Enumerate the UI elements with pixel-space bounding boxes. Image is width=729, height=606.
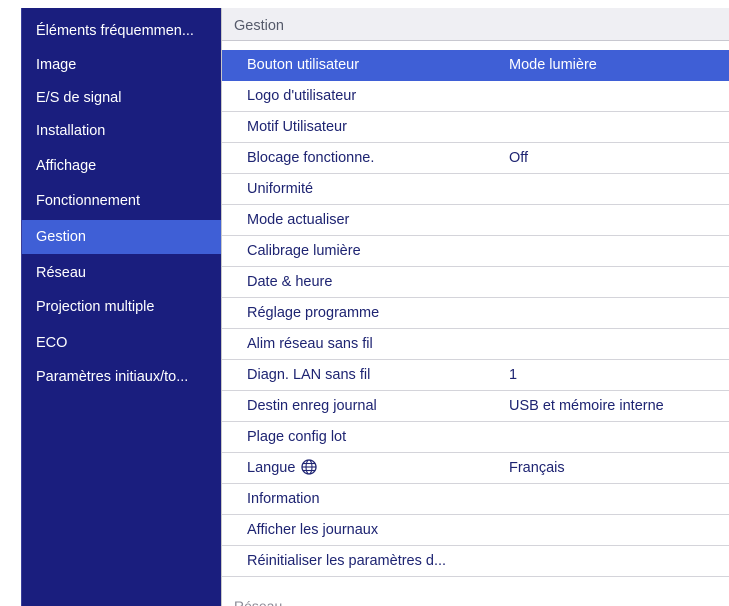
setting-row-uniformit[interactable]: Uniformité xyxy=(222,174,729,205)
setting-label-text: Uniformité xyxy=(247,181,314,197)
setting-row-alim-r-seau-sans-fil[interactable]: Alim réseau sans fil xyxy=(222,329,729,360)
setting-label-text: Plage config lot xyxy=(247,429,347,445)
setting-label-text: Diagn. LAN sans fil xyxy=(247,367,371,383)
setting-row-r-glage-programme[interactable]: Réglage programme xyxy=(222,298,729,329)
setting-row-motif-utilisateur[interactable]: Motif Utilisateur xyxy=(222,112,729,143)
sidebar-item-gestion[interactable]: Gestion xyxy=(22,220,222,254)
setting-row-diagn-lan-sans-fil[interactable]: Diagn. LAN sans fil 1 xyxy=(222,360,729,391)
setting-label-text: Destin enreg journal xyxy=(247,398,377,414)
setting-row-date-heure[interactable]: Date & heure xyxy=(222,267,729,298)
sidebar-item-eco[interactable]: ECO xyxy=(22,326,222,360)
setting-row-langue[interactable]: Langue Français xyxy=(222,453,729,484)
setting-label: Réglage programme xyxy=(247,298,379,329)
setting-label: Bouton utilisateur xyxy=(247,50,359,81)
setting-row-afficher-les-journaux[interactable]: Afficher les journaux xyxy=(222,515,729,546)
globe-icon xyxy=(301,459,318,475)
setting-row-blocage-fonctionne[interactable]: Blocage fonctionne. Off xyxy=(222,143,729,174)
setting-value: USB et mémoire interne xyxy=(509,398,664,414)
setting-label: Destin enreg journal xyxy=(247,391,377,422)
setting-label: Plage config lot xyxy=(247,422,346,453)
setting-label-text: Réglage programme xyxy=(247,305,380,321)
setting-label: Blocage fonctionne. xyxy=(247,143,374,174)
setting-row-calibrage-lumi-re[interactable]: Calibrage lumière xyxy=(222,236,729,267)
setting-label: Alim réseau sans fil xyxy=(247,329,373,360)
setting-label-text: Mode actualiser xyxy=(247,212,350,228)
setting-value: Off xyxy=(509,150,529,166)
setting-label: Motif Utilisateur xyxy=(247,112,347,143)
setting-row-mode-actualiser[interactable]: Mode actualiser xyxy=(222,205,729,236)
setting-value: Français xyxy=(509,460,565,476)
setting-label: Réinitialiser les paramètres d... xyxy=(247,546,446,577)
setting-label-text: Langue xyxy=(247,460,296,476)
setting-label: Uniformité xyxy=(247,174,313,205)
sidebar-item-e-s-de-signal[interactable]: E/S de signal xyxy=(22,81,222,115)
sidebar-item-r-seau[interactable]: Réseau xyxy=(22,256,222,290)
sidebar-item-l-ments-fr-quemmen[interactable]: Éléments fréquemmen... xyxy=(22,14,222,48)
setting-value: 1 xyxy=(509,367,518,383)
sidebar-item-affichage[interactable]: Affichage xyxy=(22,149,222,183)
next-section-header: Réseau xyxy=(234,598,283,606)
sidebar-item-fonctionnement[interactable]: Fonctionnement xyxy=(22,184,222,218)
setting-label: Information xyxy=(247,484,320,515)
setting-label: Diagn. LAN sans fil xyxy=(247,360,370,391)
setting-label-text: Motif Utilisateur xyxy=(247,119,347,135)
setting-label-text: Afficher les journaux xyxy=(247,522,379,538)
sidebar-item-projection-multiple[interactable]: Projection multiple xyxy=(22,290,222,324)
setting-label-text: Blocage fonctionne. xyxy=(247,150,375,166)
projector-menu-screen: Éléments fréquemmen... Image E/S de signal… xyxy=(0,0,729,606)
setting-label: Afficher les journaux xyxy=(247,515,378,546)
setting-label-text: Réinitialiser les paramètres d... xyxy=(247,553,447,569)
setting-label-text: Alim réseau sans fil xyxy=(247,336,373,352)
setting-label: Mode actualiser xyxy=(247,205,349,236)
setting-label-text: Information xyxy=(247,491,320,507)
category-sidebar: Éléments fréquemmen... Image E/S de signal… xyxy=(21,8,222,606)
setting-label-text: Logo d'utilisateur xyxy=(247,88,357,104)
setting-label-text: Bouton utilisateur xyxy=(247,57,360,73)
setting-label: Logo d'utilisateur xyxy=(247,81,356,112)
sidebar-item-param-tres-initiaux-to[interactable]: Paramètres initiaux/to... xyxy=(22,360,222,394)
setting-label: Langue xyxy=(247,453,318,484)
setting-label-text: Date & heure xyxy=(247,274,333,290)
setting-label-text: Calibrage lumière xyxy=(247,243,361,259)
setting-row-destin-enreg-journal[interactable]: Destin enreg journal USB et mémoire inter… xyxy=(222,391,729,422)
setting-value: Mode lumière xyxy=(509,57,597,73)
sidebar-item-image[interactable]: Image xyxy=(22,48,222,82)
settings-panel: Gestion Bouton utilisateur Mode lumière Lo… xyxy=(221,8,729,606)
setting-row-information[interactable]: Information xyxy=(222,484,729,515)
setting-row-bouton-utilisateur[interactable]: Bouton utilisateur Mode lumière xyxy=(222,50,729,81)
setting-row-r-initialiser-les-param-tres-d[interactable]: Réinitialiser les paramètres d... xyxy=(222,546,729,577)
sidebar-item-installation[interactable]: Installation xyxy=(22,114,222,148)
setting-row-logo-d-utilisateur[interactable]: Logo d'utilisateur xyxy=(222,81,729,112)
setting-label: Calibrage lumière xyxy=(247,236,361,267)
section-header: Gestion xyxy=(222,8,729,41)
setting-label: Date & heure xyxy=(247,267,332,298)
setting-row-plage-config-lot[interactable]: Plage config lot xyxy=(222,422,729,453)
